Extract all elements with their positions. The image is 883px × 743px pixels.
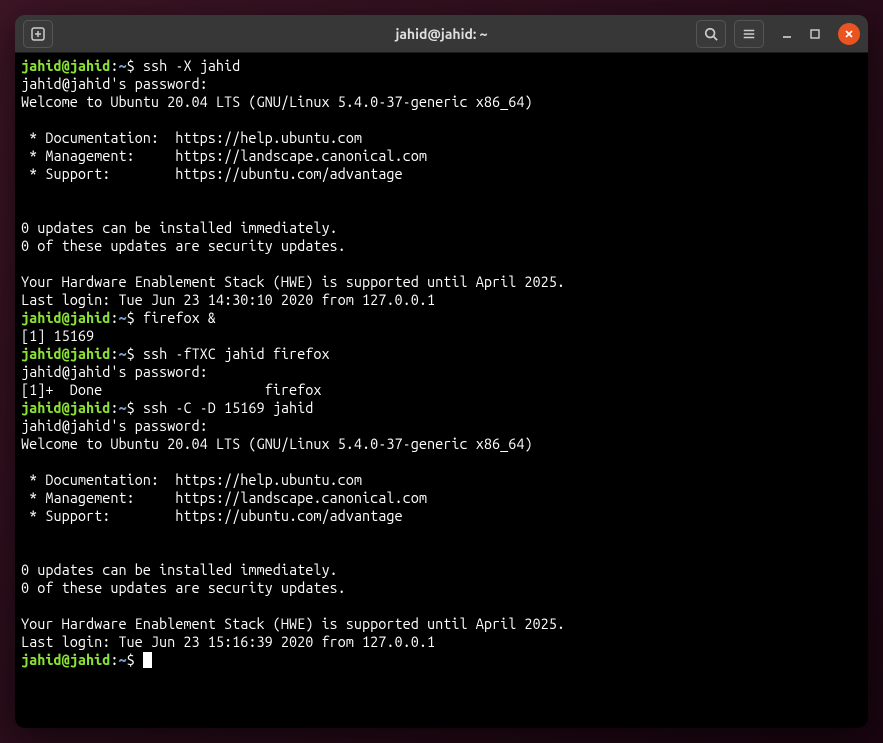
minimize-button[interactable]	[782, 29, 792, 39]
terminal-line: jahid@jahid:~$	[21, 651, 862, 669]
terminal-line: * Support: https://ubuntu.com/advantage	[21, 507, 862, 525]
terminal-line: Last login: Tue Jun 23 14:30:10 2020 fro…	[21, 291, 862, 309]
terminal-line: 0 of these updates are security updates.	[21, 579, 862, 597]
terminal-line: 0 updates can be installed immediately.	[21, 561, 862, 579]
terminal-line: jahid@jahid's password:	[21, 75, 862, 93]
search-button[interactable]	[696, 20, 726, 48]
menu-button[interactable]	[734, 20, 764, 48]
terminal-line	[21, 201, 862, 219]
terminal-line	[21, 543, 862, 561]
terminal-window: jahid@jahid: ~	[15, 15, 868, 728]
terminal-line	[21, 255, 862, 273]
terminal-line: jahid@jahid:~$ ssh -C -D 15169 jahid	[21, 399, 862, 417]
minimize-icon	[782, 29, 792, 39]
maximize-icon	[810, 29, 820, 39]
terminal-line: jahid@jahid:~$ firefox &	[21, 309, 862, 327]
hamburger-icon	[742, 27, 756, 41]
terminal-line	[21, 111, 862, 129]
terminal-line: * Management: https://landscape.canonica…	[21, 489, 862, 507]
window-title: jahid@jahid: ~	[395, 26, 487, 42]
terminal-line: jahid@jahid:~$ ssh -fTXC jahid firefox	[21, 345, 862, 363]
titlebar-left	[23, 20, 53, 48]
terminal-line: * Documentation: https://help.ubuntu.com	[21, 471, 862, 489]
terminal-line: 0 updates can be installed immediately.	[21, 219, 862, 237]
terminal-line: jahid@jahid:~$ ssh -X jahid	[21, 57, 862, 75]
terminal-line: jahid@jahid's password:	[21, 363, 862, 381]
close-button[interactable]	[838, 23, 860, 45]
terminal-line	[21, 597, 862, 615]
terminal-line: 0 of these updates are security updates.	[21, 237, 862, 255]
terminal-line	[21, 453, 862, 471]
terminal-line: Welcome to Ubuntu 20.04 LTS (GNU/Linux 5…	[21, 93, 862, 111]
close-icon	[844, 29, 854, 39]
terminal-line: jahid@jahid's password:	[21, 417, 862, 435]
terminal-line: Your Hardware Enablement Stack (HWE) is …	[21, 273, 862, 291]
terminal-line: [1]+ Done firefox	[21, 381, 862, 399]
titlebar: jahid@jahid: ~	[15, 15, 868, 53]
search-icon	[704, 27, 718, 41]
terminal-line: * Management: https://landscape.canonica…	[21, 147, 862, 165]
terminal-line: Your Hardware Enablement Stack (HWE) is …	[21, 615, 862, 633]
terminal-line	[21, 525, 862, 543]
new-tab-button[interactable]	[23, 20, 53, 48]
terminal-line: * Documentation: https://help.ubuntu.com	[21, 129, 862, 147]
terminal-line: Welcome to Ubuntu 20.04 LTS (GNU/Linux 5…	[21, 435, 862, 453]
maximize-button[interactable]	[810, 29, 820, 39]
terminal-line: [1] 15169	[21, 327, 862, 345]
terminal-line	[21, 183, 862, 201]
terminal-line: * Support: https://ubuntu.com/advantage	[21, 165, 862, 183]
window-controls	[782, 23, 860, 45]
titlebar-right	[696, 20, 860, 48]
terminal-body[interactable]: jahid@jahid:~$ ssh -X jahidjahid@jahid's…	[15, 53, 868, 728]
terminal-line: Last login: Tue Jun 23 15:16:39 2020 fro…	[21, 633, 862, 651]
terminal-cursor	[143, 652, 152, 668]
new-tab-icon	[30, 26, 46, 42]
